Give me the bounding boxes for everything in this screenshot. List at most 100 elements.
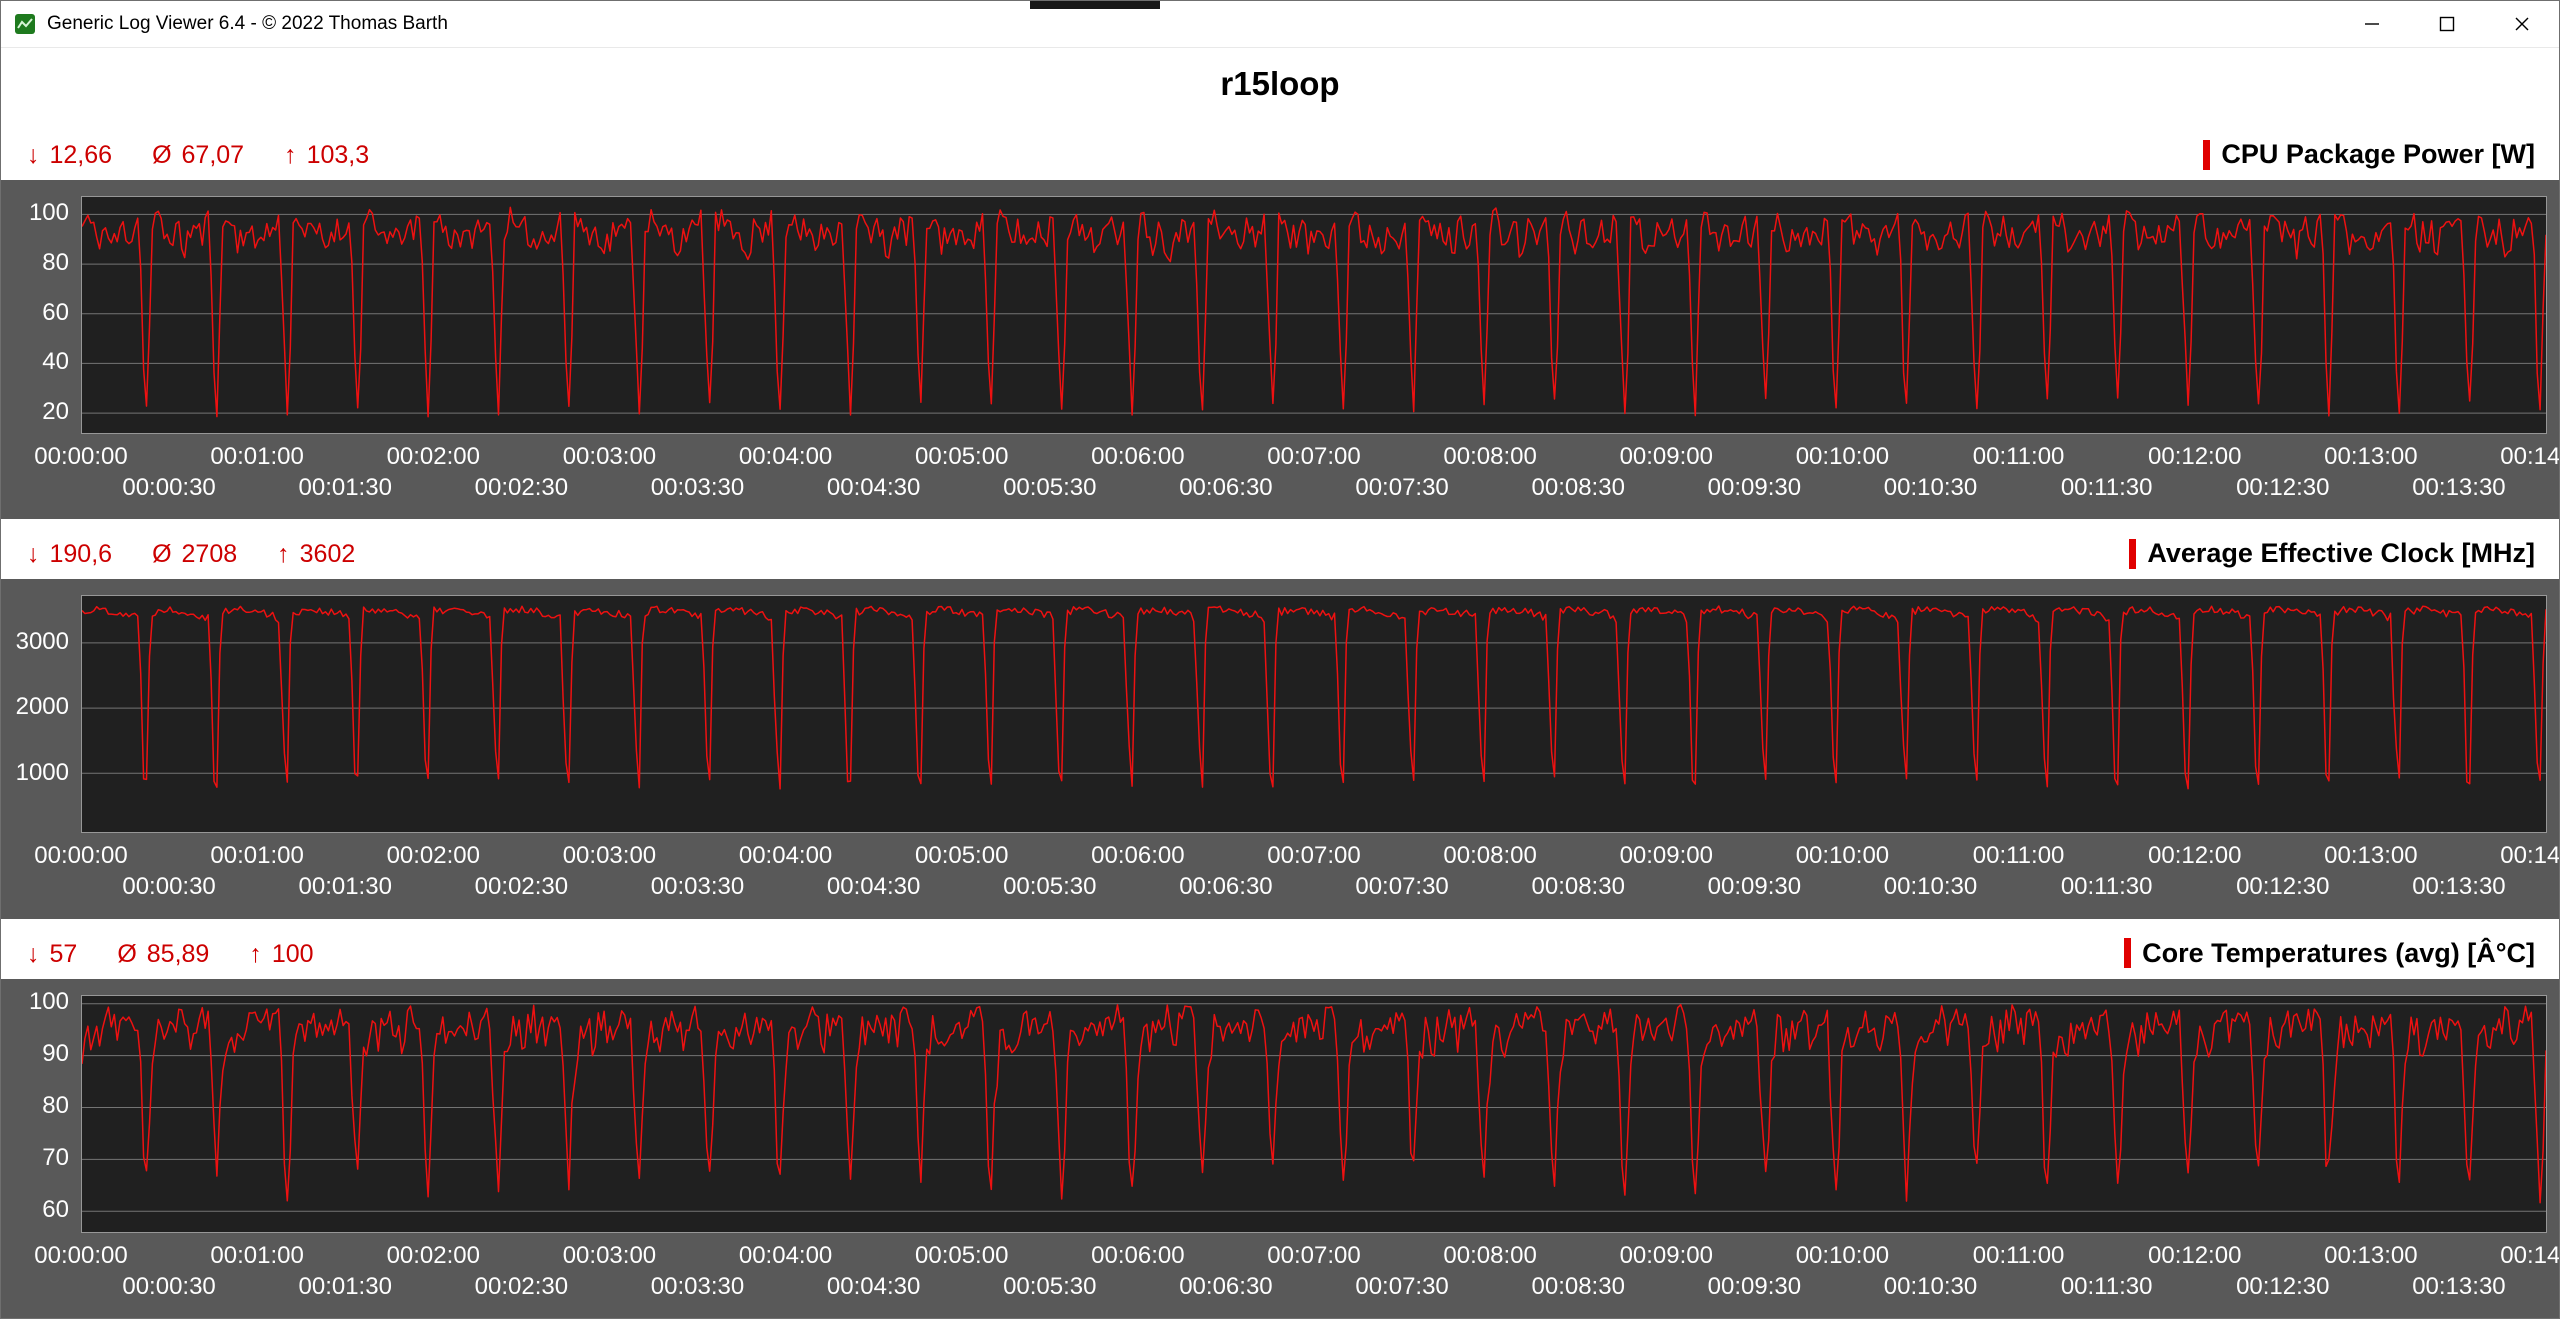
page-title: r15loop <box>1220 65 1339 103</box>
chart-title: Average Effective Clock [MHz] <box>2147 538 2535 569</box>
x-tick-label: 00:09:30 <box>1708 873 1801 901</box>
x-tick-label: 00:01:00 <box>210 1242 303 1270</box>
chart-stats: ↓ 12,66 Ø 67,07 ↑ 103,3 <box>27 141 369 170</box>
stat-avg-value: 85,89 <box>147 940 210 969</box>
x-axis-minor: 00:00:3000:01:3000:02:3000:03:3000:04:30… <box>81 873 2547 901</box>
stat-min: ↓ 12,66 <box>27 141 112 170</box>
x-tick-label: 00:09:00 <box>1620 1242 1713 1270</box>
y-tick-label: 20 <box>42 398 69 426</box>
x-tick-label: 00:12:00 <box>2148 443 2241 471</box>
x-axis-minor: 00:00:3000:01:3000:02:3000:03:3000:04:30… <box>81 1273 2547 1301</box>
minimize-icon <box>2363 15 2381 33</box>
x-tick-label: 00:02:30 <box>475 873 568 901</box>
plot-area[interactable] <box>81 196 2547 434</box>
max-arrow-icon: ↑ <box>249 940 262 969</box>
x-tick-label: 00:08:30 <box>1531 1273 1624 1301</box>
stat-avg-value: 67,07 <box>182 141 245 170</box>
y-tick-label: 3000 <box>16 628 69 656</box>
x-tick-label: 00:04:30 <box>827 873 920 901</box>
y-tick-label: 1000 <box>16 759 69 787</box>
chart-header: ↓ 190,6 Ø 2708 ↑ 3602 Average Effective … <box>1 519 2559 579</box>
stat-max-value: 100 <box>272 940 314 969</box>
y-tick-label: 80 <box>42 1092 69 1120</box>
x-axis-major: 00:00:0000:01:0000:02:0000:03:0000:04:00… <box>81 1242 2547 1270</box>
x-tick-label: 00:10:30 <box>1884 474 1977 502</box>
x-tick-label: 00:01:30 <box>298 873 391 901</box>
x-tick-label: 00:00:00 <box>34 842 127 870</box>
x-tick-label: 00:08:00 <box>1443 1242 1536 1270</box>
y-tick-label: 80 <box>42 249 69 277</box>
chart-region: 60708090100 00:00:0000:01:0000:02:0000:0… <box>1 979 2559 1318</box>
chart-title: Core Temperatures (avg) [Â°C] <box>2142 938 2535 969</box>
x-tick-label: 00:10:00 <box>1796 443 1889 471</box>
stat-max-value: 3602 <box>300 540 356 569</box>
y-axis: 20406080100 <box>1 196 81 434</box>
x-tick-label: 00:13:00 <box>2324 842 2417 870</box>
window-titlebar: Generic Log Viewer 6.4 - © 2022 Thomas B… <box>1 1 2559 48</box>
x-tick-label: 00:07:30 <box>1355 474 1448 502</box>
x-tick-label: 00:14:00 <box>2500 443 2560 471</box>
x-tick-label: 00:03:00 <box>563 842 656 870</box>
min-arrow-icon: ↓ <box>27 540 40 569</box>
x-tick-label: 00:09:30 <box>1708 1273 1801 1301</box>
x-tick-label: 00:11:30 <box>2061 474 2153 502</box>
x-tick-label: 00:01:30 <box>298 474 391 502</box>
data-line <box>82 606 2546 789</box>
x-axis-minor: 00:00:3000:01:3000:02:3000:03:3000:04:30… <box>81 474 2547 502</box>
maximize-button[interactable] <box>2409 1 2484 47</box>
plot-area[interactable] <box>81 595 2547 833</box>
chart-section-core-temperatures: ↓ 57 Ø 85,89 ↑ 100 Core Temperatures (av… <box>1 919 2559 1318</box>
x-tick-label: 00:06:00 <box>1091 443 1184 471</box>
chart-legend: Average Effective Clock [MHz] <box>2129 538 2535 569</box>
plot-area[interactable] <box>81 995 2547 1233</box>
stat-min-value: 57 <box>50 940 78 969</box>
x-tick-label: 00:10:30 <box>1884 1273 1977 1301</box>
app-icon <box>15 14 35 34</box>
min-arrow-icon: ↓ <box>27 141 40 170</box>
x-tick-label: 00:07:30 <box>1355 873 1448 901</box>
x-tick-label: 00:11:30 <box>2061 1273 2153 1301</box>
x-tick-label: 00:08:30 <box>1531 474 1624 502</box>
x-tick-label: 00:13:30 <box>2412 1273 2505 1301</box>
avg-symbol-icon: Ø <box>152 540 171 569</box>
y-tick-label: 40 <box>42 348 69 376</box>
x-tick-label: 00:09:30 <box>1708 474 1801 502</box>
y-axis: 100020003000 <box>1 595 81 833</box>
y-axis: 60708090100 <box>1 995 81 1233</box>
x-tick-label: 00:05:30 <box>1003 474 1096 502</box>
stat-min-value: 12,66 <box>50 141 113 170</box>
window-controls <box>2334 1 2559 47</box>
x-tick-label: 00:12:00 <box>2148 842 2241 870</box>
chart-section-average-effective-clock: ↓ 190,6 Ø 2708 ↑ 3602 Average Effective … <box>1 519 2559 918</box>
x-axis-major: 00:00:0000:01:0000:02:0000:03:0000:04:00… <box>81 842 2547 870</box>
x-tick-label: 00:11:00 <box>1973 842 2065 870</box>
minimize-button[interactable] <box>2334 1 2409 47</box>
y-tick-label: 100 <box>29 988 69 1016</box>
x-tick-label: 00:07:00 <box>1267 842 1360 870</box>
close-icon <box>2513 15 2531 33</box>
x-tick-label: 00:02:30 <box>475 1273 568 1301</box>
stat-min: ↓ 57 <box>27 940 77 969</box>
chart-stats: ↓ 190,6 Ø 2708 ↑ 3602 <box>27 540 355 569</box>
x-tick-label: 00:03:30 <box>651 1273 744 1301</box>
x-tick-label: 00:03:30 <box>651 873 744 901</box>
legend-color-bar <box>2129 539 2136 569</box>
x-tick-label: 00:14:00 <box>2500 842 2560 870</box>
x-tick-label: 00:00:00 <box>34 443 127 471</box>
stat-max: ↑ 100 <box>249 940 313 969</box>
close-button[interactable] <box>2484 1 2559 47</box>
y-tick-label: 100 <box>29 199 69 227</box>
stat-avg: Ø 85,89 <box>117 940 209 969</box>
x-tick-label: 00:06:30 <box>1179 474 1272 502</box>
x-tick-label: 00:00:30 <box>122 1273 215 1301</box>
chart-stats: ↓ 57 Ø 85,89 ↑ 100 <box>27 940 314 969</box>
x-tick-label: 00:05:00 <box>915 1242 1008 1270</box>
x-tick-label: 00:09:00 <box>1620 443 1713 471</box>
x-tick-label: 00:03:30 <box>651 474 744 502</box>
overlapping-window-artifact <box>1030 1 1160 9</box>
x-tick-label: 00:05:00 <box>915 842 1008 870</box>
x-tick-label: 00:06:00 <box>1091 1242 1184 1270</box>
x-tick-label: 00:02:30 <box>475 474 568 502</box>
x-tick-label: 00:00:30 <box>122 474 215 502</box>
x-tick-label: 00:08:30 <box>1531 873 1624 901</box>
